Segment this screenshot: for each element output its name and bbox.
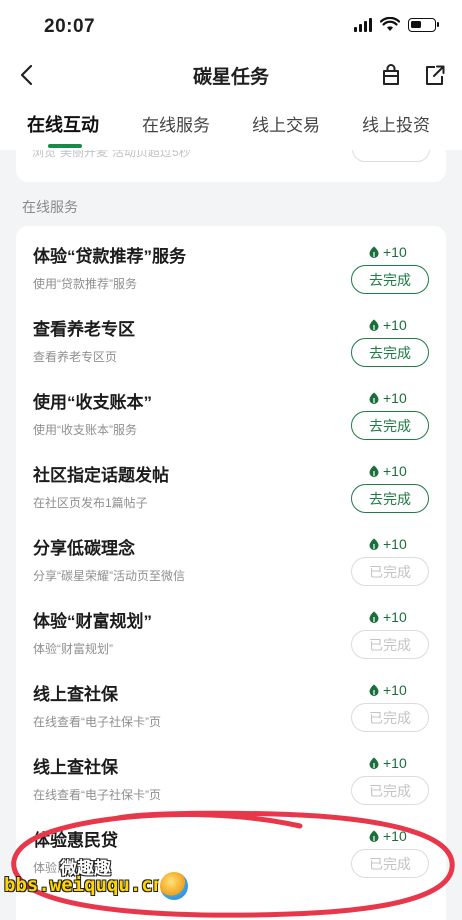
tab-online-interaction[interactable]: 在线互动 — [27, 111, 99, 137]
task-title: 分享低碳理念 — [33, 539, 135, 558]
task-description: 使用“贷款推荐”服务 — [33, 277, 137, 291]
task-title: 线上查社保 — [33, 685, 118, 704]
task-item: 查看养老专区 查看养老专区页 +10 去完成 — [16, 299, 446, 372]
task-description: 浏览“美丽开麦”活动页超过5秒 — [32, 150, 191, 159]
task-title: 体验“贷款推荐”服务 — [33, 247, 186, 266]
task-item: 体验“贷款推荐”服务 使用“贷款推荐”服务 +10 去完成 — [16, 226, 446, 299]
task-item: 线上查社保 在线查看“电子社保卡”页 +10 已完成 — [16, 664, 446, 737]
task-description: 在线查看“电子社保卡”页 — [33, 788, 161, 802]
task-description: 在社区页发布1篇帖子 — [33, 496, 148, 510]
cellular-signal-icon — [354, 17, 372, 32]
carbon-leaf-icon — [369, 538, 379, 550]
carbon-leaf-icon — [369, 830, 379, 842]
points-value: +10 — [383, 463, 407, 479]
task-points: +10 — [368, 390, 407, 406]
completed-button[interactable]: 已完成 — [351, 776, 429, 805]
points-value: +10 — [383, 755, 407, 771]
task-title: 体验“财富规划” — [33, 612, 152, 631]
task-title: 体验惠民贷 — [33, 831, 118, 850]
points-value: +10 — [383, 536, 407, 552]
task-points: +10 — [368, 828, 407, 844]
task-list-card: 体验“贷款推荐”服务 使用“贷款推荐”服务 +10 去完成 查看养老专区 查看养… — [16, 226, 446, 920]
task-points: +10 — [368, 244, 407, 260]
points-value: +10 — [383, 317, 407, 333]
points-value: +10 — [383, 390, 407, 406]
task-description: 使用“收支账本”服务 — [33, 423, 137, 437]
tab-online-trading[interactable]: 线上交易 — [252, 111, 320, 136]
completed-button[interactable]: 已完成 — [351, 557, 429, 586]
points-value: +10 — [383, 609, 407, 625]
task-description: 体验“财富规划” — [33, 642, 113, 656]
go-complete-button[interactable]: 去完成 — [351, 411, 429, 440]
previous-task-card: 浏览“美丽开麦”活动页超过5秒 — [16, 150, 446, 182]
points-value: +10 — [383, 244, 407, 260]
share-icon[interactable] — [423, 63, 445, 87]
task-title: 查看养老专区 — [33, 320, 135, 339]
task-item: 社区指定话题发帖 在社区页发布1篇帖子 +10 去完成 — [16, 445, 446, 518]
completed-button[interactable]: 已完成 — [351, 703, 429, 732]
status-bar: 20:07 — [0, 0, 462, 52]
task-description: 分享“碳星荣耀”活动页至微信 — [33, 569, 185, 583]
task-description: 在线查看“电子社保卡”页 — [33, 715, 161, 729]
task-item: 使用“收支账本” 使用“收支账本”服务 +10 去完成 — [16, 372, 446, 445]
watermark-url: bbs.weiququ.cn — [4, 874, 165, 896]
tab-online-investment[interactable]: 线上投资 — [362, 111, 430, 136]
task-points: +10 — [368, 317, 407, 333]
go-complete-button[interactable]: 去完成 — [351, 338, 429, 367]
carbon-leaf-icon — [369, 246, 379, 258]
nav-bar: 碳星任务 — [0, 52, 462, 98]
carbon-leaf-icon — [369, 684, 379, 696]
go-complete-button[interactable]: 去完成 — [351, 484, 429, 513]
status-time: 20:07 — [44, 16, 96, 37]
task-item: 分享低碳理念 分享“碳星荣耀”活动页至微信 +10 已完成 — [16, 518, 446, 591]
tab-online-service[interactable]: 在线服务 — [142, 111, 210, 136]
task-points: +10 — [368, 682, 407, 698]
completed-button[interactable]: 已完成 — [351, 849, 429, 878]
tab-bar: 在线互动 在线服务 线上交易 线上投资 — [0, 98, 462, 150]
status-icons — [354, 17, 439, 32]
carbon-leaf-icon — [369, 611, 379, 623]
go-complete-button[interactable]: 去完成 — [351, 265, 429, 294]
task-points: +10 — [368, 609, 407, 625]
points-value: +10 — [383, 682, 407, 698]
wifi-icon — [380, 17, 400, 31]
task-title: 线上查社保 — [33, 758, 118, 777]
task-title: 社区指定话题发帖 — [33, 466, 169, 485]
watermark-mascot-icon — [158, 870, 190, 902]
task-item: 体验“财富规划” 体验“财富规划” +10 已完成 — [16, 591, 446, 664]
carbon-leaf-icon — [369, 319, 379, 331]
task-points: +10 — [368, 536, 407, 552]
task-title: 使用“收支账本” — [33, 393, 152, 412]
carbon-leaf-icon — [369, 392, 379, 404]
carbon-leaf-icon — [369, 465, 379, 477]
task-points: +10 — [368, 755, 407, 771]
carbon-leaf-icon — [369, 757, 379, 769]
active-tab-indicator — [48, 144, 82, 148]
task-button[interactable] — [352, 150, 430, 162]
section-title: 在线服务 — [22, 199, 78, 215]
completed-button[interactable]: 已完成 — [351, 630, 429, 659]
task-item: 线上查社保 在线查看“电子社保卡”页 +10 已完成 — [16, 737, 446, 810]
shopping-bag-icon[interactable] — [380, 63, 402, 87]
battery-icon — [408, 17, 439, 32]
task-description: 查看养老专区页 — [33, 350, 118, 364]
points-value: +10 — [383, 828, 407, 844]
task-points: +10 — [368, 463, 407, 479]
